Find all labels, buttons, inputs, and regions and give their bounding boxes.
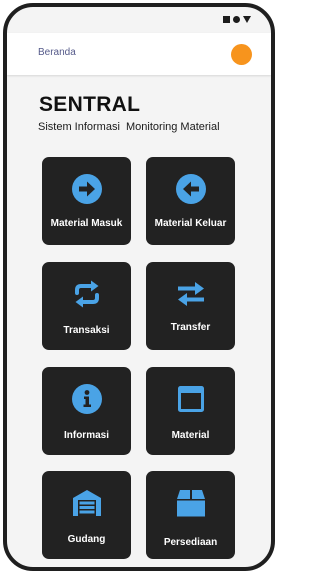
avatar[interactable] [231, 44, 252, 65]
app-name: SENTRAL [39, 93, 141, 116]
menu-label: Gudang [67, 534, 106, 545]
menu-material-button[interactable]: Material [146, 367, 235, 455]
arrow-left-circle-icon [175, 173, 207, 205]
info-circle-icon [71, 383, 103, 415]
phone-frame: Beranda SENTRAL Sistem Informasi Monitor… [3, 3, 275, 571]
swap-arrows-icon [175, 278, 207, 310]
signal-icon [243, 16, 251, 23]
menu-label: Transaksi [63, 325, 110, 336]
box-icon [175, 487, 207, 519]
menu-material-keluar-button[interactable]: Material Keluar [146, 157, 235, 245]
menu-label: Informasi [63, 430, 109, 441]
menu-transaksi-button[interactable]: Transaksi [42, 262, 131, 350]
warehouse-icon [71, 487, 103, 519]
menu-label: Material Keluar [154, 218, 227, 229]
arrow-right-circle-icon [71, 173, 103, 205]
page-title: Beranda [38, 47, 76, 58]
menu-transfer-button[interactable]: Transfer [146, 262, 235, 350]
battery-icon [233, 16, 240, 23]
menu-label: Persediaan [163, 537, 218, 548]
menu-label: Material [171, 430, 210, 441]
app-bar: Beranda [7, 33, 271, 75]
menu-persediaan-button[interactable]: Persediaan [146, 471, 235, 559]
menu-gudang-button[interactable]: Gudang [42, 471, 131, 559]
notification-icon [223, 16, 230, 23]
menu-material-masuk-button[interactable]: Material Masuk [42, 157, 131, 245]
menu-label: Material Masuk [50, 218, 123, 229]
window-icon [175, 383, 207, 415]
menu-informasi-button[interactable]: Informasi [42, 367, 131, 455]
status-icons [223, 16, 251, 23]
status-bar [7, 7, 271, 33]
sync-icon [71, 278, 103, 310]
app-subtitle: Sistem Informasi Monitoring Material [38, 121, 220, 133]
menu-label: Transfer [170, 322, 211, 333]
